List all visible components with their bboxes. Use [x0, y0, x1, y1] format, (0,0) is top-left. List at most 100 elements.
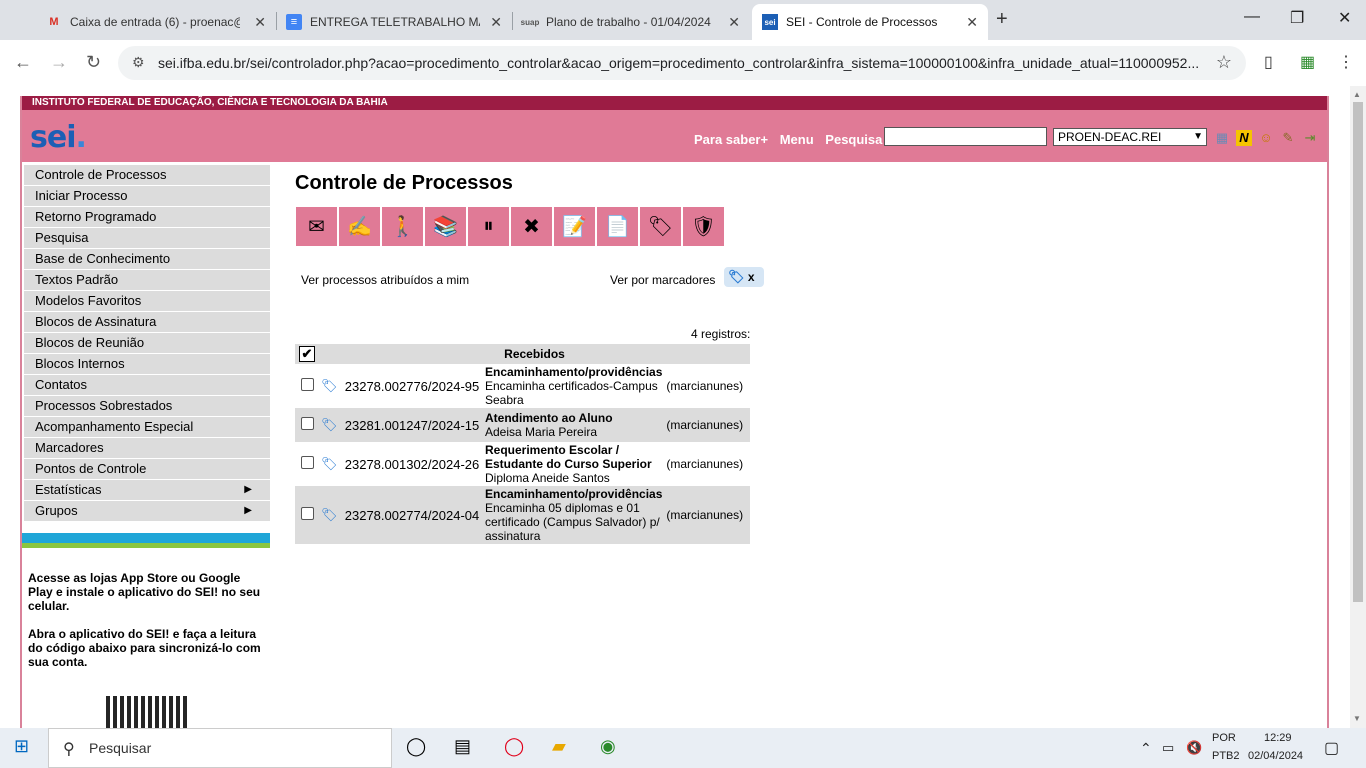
tag-icon[interactable]: 🏷 — [321, 417, 338, 432]
taskbar-search[interactable]: ⚲ Pesquisar — [48, 728, 392, 768]
file-explorer-icon[interactable]: ▰ — [552, 736, 566, 757]
scroll-down-icon[interactable]: ▼ — [1353, 714, 1361, 723]
extension-icon[interactable]: ▦ — [1300, 52, 1315, 72]
new-icon[interactable]: N — [1236, 130, 1252, 146]
new-tab-button[interactable]: + — [996, 8, 1008, 31]
process-number[interactable]: 23278.001302/2024-26 — [341, 442, 483, 486]
marker-clear[interactable]: x — [748, 270, 755, 284]
conclude-icon[interactable]: ✖ — [511, 207, 552, 246]
forward-icon[interactable]: → — [50, 52, 68, 73]
address-bar[interactable]: ⚙ sei.ifba.edu.br/sei/controlador.php?ac… — [118, 46, 1246, 80]
menu-blocos-internos[interactable]: Blocos Internos — [24, 354, 270, 374]
user-icon[interactable]: ☺ — [1258, 130, 1274, 146]
new-document-icon[interactable]: 📄 — [597, 207, 638, 246]
menu-pesquisa[interactable]: Pesquisa — [24, 228, 270, 248]
select-all-checkbox[interactable]: ✔ — [295, 344, 319, 364]
menu-estatisticas[interactable]: Estatísticas ▶ — [24, 480, 270, 500]
site-info-icon[interactable]: ⚙ — [132, 54, 145, 71]
restore-icon[interactable]: ❐ — [1290, 8, 1304, 28]
sign-icon[interactable]: ✍ — [339, 207, 380, 246]
menu-contatos[interactable]: Contatos — [24, 375, 270, 395]
page-scrollbar[interactable]: ▲ ▼ — [1350, 86, 1366, 728]
process-user[interactable]: (marcianunes) — [664, 364, 750, 408]
language-indicator[interactable]: POR — [1212, 732, 1236, 744]
sei-header: sei. Para saber+ Menu Pesquisa PROEN-DEA… — [22, 110, 1327, 162]
send-process-icon[interactable]: ✉ — [296, 207, 337, 246]
tab-suap[interactable]: suap Plano de trabalho - 01/04/2024 ✕ — [512, 4, 750, 40]
assign-icon[interactable]: 🚶 — [382, 207, 423, 246]
chrome-icon[interactable]: ◉ — [600, 736, 616, 757]
menu-blocos-assinatura[interactable]: Blocos de Assinatura — [24, 312, 270, 332]
sidepanel-icon[interactable]: ▯ — [1264, 52, 1273, 72]
menu-iniciar-processo[interactable]: Iniciar Processo — [24, 186, 270, 206]
tab-docs[interactable]: ≡ ENTREGA TELETRABALHO MAR ✕ — [276, 4, 512, 40]
keyboard-layout[interactable]: PTB2 — [1212, 750, 1240, 762]
exit-icon[interactable]: ⇥ — [1302, 130, 1318, 146]
row-checkbox[interactable] — [300, 507, 314, 520]
grid-icon[interactable]: ▦ — [1214, 130, 1230, 146]
process-user[interactable]: (marcianunes) — [664, 486, 750, 544]
process-user[interactable]: (marcianunes) — [664, 408, 750, 442]
search-icon: ⚲ — [63, 741, 75, 758]
row-checkbox[interactable] — [300, 456, 314, 469]
tab-gmail[interactable]: M Caixa de entrada (6) - proenac@ ✕ — [36, 4, 276, 40]
battery-icon[interactable]: ▭ — [1162, 740, 1174, 756]
windows-start-icon[interactable]: ⊞ — [14, 736, 29, 757]
volume-muted-icon[interactable]: 🔇 — [1186, 740, 1202, 756]
close-tab-icon[interactable]: ✕ — [254, 14, 266, 31]
menu-marcadores[interactable]: Marcadores — [24, 438, 270, 458]
tab-sei[interactable]: sei SEI - Controle de Processos ✕ — [752, 4, 988, 40]
close-tab-icon[interactable]: ✕ — [966, 14, 978, 31]
clock-time[interactable]: 12:29 — [1264, 732, 1292, 744]
minimize-icon[interactable]: — — [1244, 8, 1260, 26]
assigned-link[interactable]: Ver processos atribuídos a mim — [301, 273, 469, 287]
suspend-icon[interactable]: ⏸ — [468, 207, 509, 246]
annotate-icon[interactable]: 📝 — [554, 207, 595, 246]
link-menu[interactable]: Menu — [780, 132, 814, 147]
process-number[interactable]: 23278.002774/2024-04 — [341, 486, 483, 544]
menu-acompanhamento-especial[interactable]: Acompanhamento Especial — [24, 417, 270, 437]
process-user[interactable]: (marcianunes) — [664, 442, 750, 486]
document-icon[interactable]: 📚 — [425, 207, 466, 246]
unit-select[interactable]: PROEN-DEAC.REI ▼ — [1053, 128, 1207, 146]
menu-textos-padrao[interactable]: Textos Padrão — [24, 270, 270, 290]
process-number[interactable]: 23278.002776/2024-95 — [341, 364, 483, 408]
menu-processos-sobrestados[interactable]: Processos Sobrestados — [24, 396, 270, 416]
widgets-icon[interactable]: ▤ — [454, 736, 471, 757]
row-checkbox[interactable] — [300, 417, 314, 430]
clock-date[interactable]: 02/04/2024 — [1248, 750, 1303, 762]
sei-logo[interactable]: sei. — [30, 120, 87, 155]
close-tab-icon[interactable]: ✕ — [490, 14, 502, 31]
menu-modelos-favoritos[interactable]: Modelos Favoritos — [24, 291, 270, 311]
menu-controle-processos[interactable]: Controle de Processos — [24, 165, 270, 185]
menu-base-conhecimento[interactable]: Base de Conhecimento — [24, 249, 270, 269]
menu-retorno-programado[interactable]: Retorno Programado — [24, 207, 270, 227]
close-window-icon[interactable]: ✕ — [1338, 8, 1351, 28]
bookmark-star-icon[interactable]: ☆ — [1216, 52, 1232, 73]
link-pesquisa[interactable]: Pesquisa — [825, 132, 882, 147]
follow-icon[interactable]: 🛡 — [683, 207, 724, 246]
menu-grupos[interactable]: Grupos ▶ — [24, 501, 270, 521]
row-checkbox[interactable] — [300, 378, 314, 391]
link-para-saber[interactable]: Para saber+ — [694, 132, 768, 147]
back-icon[interactable]: ← — [14, 52, 32, 73]
browser-menu-icon[interactable]: ⋮ — [1338, 52, 1354, 72]
opera-icon[interactable]: ◯ — [504, 736, 524, 757]
reload-icon[interactable]: ↻ — [86, 52, 101, 73]
close-tab-icon[interactable]: ✕ — [728, 14, 740, 31]
menu-pontos-controle[interactable]: Pontos de Controle — [24, 459, 270, 479]
tools-icon[interactable]: ✎ — [1280, 130, 1296, 146]
tag-icon[interactable]: 🏷 — [321, 507, 338, 522]
scroll-thumb[interactable] — [1353, 102, 1363, 602]
process-number[interactable]: 23281.001247/2024-15 — [341, 408, 483, 442]
marker-filter[interactable]: 🏷 x — [724, 267, 764, 287]
scroll-up-icon[interactable]: ▲ — [1353, 90, 1361, 99]
menu-blocos-reuniao[interactable]: Blocos de Reunião — [24, 333, 270, 353]
tray-chevron-icon[interactable]: ⌃ — [1140, 740, 1152, 757]
marker-icon[interactable]: 🏷 — [640, 207, 681, 246]
header-search-input[interactable] — [884, 127, 1047, 146]
task-view-icon[interactable]: ◯ — [406, 736, 426, 757]
tag-icon[interactable]: 🏷 — [321, 378, 338, 393]
notifications-icon[interactable]: ▢ — [1324, 738, 1339, 758]
tag-icon[interactable]: 🏷 — [321, 456, 338, 471]
